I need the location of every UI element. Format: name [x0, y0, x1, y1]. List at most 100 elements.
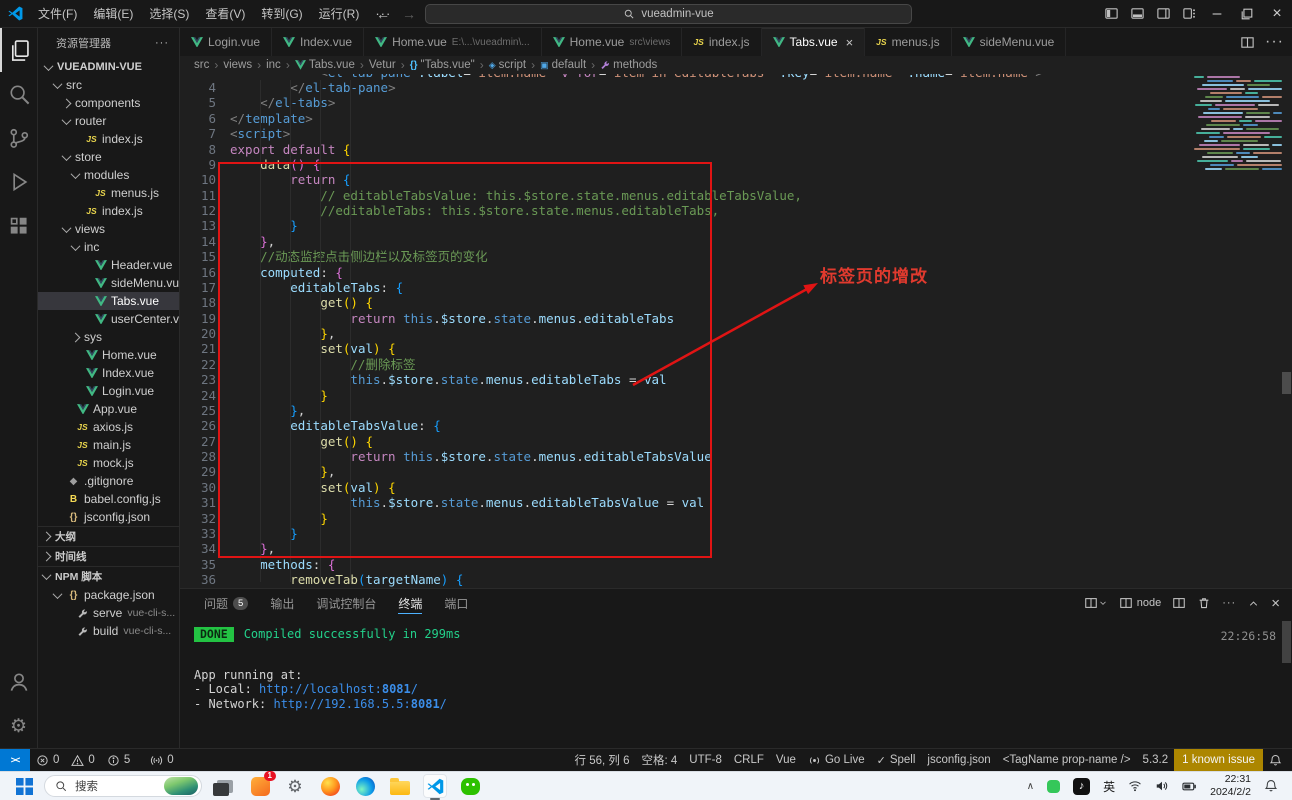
tree-item-serve[interactable]: servevue-cli-s... — [38, 604, 179, 622]
activity-source-control-icon[interactable] — [0, 116, 38, 160]
layout-sidebar-right-icon[interactable] — [1150, 0, 1176, 28]
code-line-6[interactable]: 6</template> — [180, 111, 1292, 126]
more-icon[interactable]: ··· — [1265, 33, 1284, 51]
tree-item-components[interactable]: components — [38, 94, 179, 112]
status-item-532[interactable]: 5.3.2 — [1137, 749, 1175, 771]
tree-item-Header.vue[interactable]: Header.vue — [38, 256, 179, 274]
tree-item-Index.vue[interactable]: Index.vue — [38, 364, 179, 382]
sidebar-more-button[interactable]: ··· — [155, 37, 169, 49]
panel-tab-终端[interactable]: 终端 — [388, 589, 432, 617]
tree-item-index.js[interactable]: JSindex.js — [38, 130, 179, 148]
panel-tab-调试控制台[interactable]: 调试控制台 — [306, 589, 386, 617]
start-button[interactable] — [16, 778, 33, 795]
tree-item-Home.vue[interactable]: Home.vue — [38, 346, 179, 364]
tree-item-NPM 脚本[interactable]: NPM 脚本 — [38, 566, 179, 586]
taskbar-wechat-icon[interactable] — [458, 774, 482, 798]
tree-item-router[interactable]: router — [38, 112, 179, 130]
layout-customize-icon[interactable] — [1176, 0, 1202, 28]
tree-item-时间线[interactable]: 时间线 — [38, 546, 179, 566]
menu-item[interactable]: 运行(R) — [311, 7, 368, 21]
activity-account-icon[interactable] — [0, 660, 38, 704]
panel-tab-问题[interactable]: 问题5 — [194, 589, 258, 617]
taskbar-chat-orange-icon[interactable]: 1 — [248, 774, 272, 798]
tree-item-inc[interactable]: inc — [38, 238, 179, 256]
status-item-Spell[interactable]: ✓Spell — [871, 749, 922, 771]
command-center-search[interactable]: vueadmin-vue — [425, 4, 912, 24]
minimize-button[interactable] — [1202, 0, 1232, 28]
tree-item-mock.js[interactable]: JSmock.js — [38, 454, 179, 472]
tree-item-sideMenu.vue[interactable]: sideMenu.vue — [38, 274, 179, 292]
chevron-up-icon[interactable] — [1247, 597, 1260, 610]
activity-files-icon[interactable] — [0, 28, 38, 72]
breadcrumb-item-script[interactable]: ◈script — [489, 59, 526, 71]
editor-tab-Login.vue[interactable]: Login.vue — [180, 28, 272, 56]
status-item-Vue[interactable]: Vue — [770, 749, 802, 771]
tree-item-menus.js[interactable]: JSmenus.js — [38, 184, 179, 202]
panel-scrollbar[interactable] — [1282, 621, 1291, 663]
terminal-profile-node[interactable]: node — [1119, 596, 1161, 610]
tree-item-Tabs.vue[interactable]: Tabs.vue — [38, 292, 179, 310]
editor-tab-index.js[interactable]: JSindex.js — [682, 28, 761, 56]
status-item-4[interactable]: 空格: 4 — [635, 749, 683, 771]
tree-item-modules[interactable]: modules — [38, 166, 179, 184]
remote-indicator[interactable]: >< — [0, 749, 30, 771]
taskbar-search[interactable]: 搜索 — [44, 775, 202, 797]
code-line-5[interactable]: 5 </el-tabs> — [180, 95, 1292, 110]
tree-item-.gitignore[interactable]: ◆.gitignore — [38, 472, 179, 490]
forward-icon[interactable]: → — [402, 6, 416, 22]
tray-wechat-tray-icon[interactable] — [1047, 780, 1060, 793]
breadcrumb-item-Vetur[interactable]: Vetur — [369, 59, 396, 71]
activity-run-debug-icon[interactable] — [0, 160, 38, 204]
tree-item-sys[interactable]: sys — [38, 328, 179, 346]
tray-volume-icon[interactable] — [1155, 779, 1169, 793]
status-item-566[interactable]: 行 56, 列 6 — [569, 749, 636, 771]
tree-item-src[interactable]: src — [38, 76, 179, 94]
editor-tab-Home.vue[interactable]: Home.vuesrc\views — [542, 28, 683, 56]
trash-icon[interactable] — [1197, 596, 1211, 610]
breadcrumb-item-inc[interactable]: inc — [266, 59, 281, 71]
editor-tab-Tabs.vue[interactable]: Tabs.vue× — [762, 28, 866, 56]
tree-item-store[interactable]: store — [38, 148, 179, 166]
tree-item-大纲[interactable]: 大纲 — [38, 526, 179, 546]
status-item-1knownissue[interactable]: 1 known issue — [1174, 749, 1263, 771]
editor-tab-Index.vue[interactable]: Index.vue — [272, 28, 364, 56]
status-item-jsconfigjson[interactable]: jsconfig.json — [921, 749, 996, 771]
tree-item-build[interactable]: buildvue-cli-s... — [38, 622, 179, 640]
breadcrumb-item-Tabs.vue[interactable]: Tabs.vue — [295, 59, 355, 71]
tray-ime-indicator[interactable]: 英 — [1103, 778, 1115, 795]
tree-item-main.js[interactable]: JSmain.js — [38, 436, 179, 454]
notification-bell-icon[interactable] — [1264, 779, 1278, 793]
taskbar-edge-icon[interactable] — [353, 774, 377, 798]
taskbar-clock[interactable]: 22:31 2024/2/2 — [1210, 773, 1251, 798]
panel-tab-端口[interactable]: 端口 — [434, 589, 478, 617]
code-line-7[interactable]: 7<script> — [180, 126, 1292, 141]
tree-item-userCenter.vue[interactable]: userCenter.vue — [38, 310, 179, 328]
breadcrumb-item-Tabs.vue[interactable]: {}"Tabs.vue" — [410, 59, 475, 71]
breadcrumb[interactable]: src›views›inc›Tabs.vue›Vetur›{}"Tabs.vue… — [180, 56, 1292, 74]
status-error[interactable]: 0 — [30, 749, 65, 771]
close-icon[interactable]: × — [846, 35, 854, 50]
tree-item-package.json[interactable]: {}package.json — [38, 586, 179, 604]
status-item-bellicon[interactable] — [1263, 749, 1288, 771]
status-item-TagNamepropname[interactable]: <TagName prop-name /> — [997, 749, 1137, 771]
status-item-CRLF[interactable]: CRLF — [728, 749, 770, 771]
layout-panel-icon[interactable] — [1124, 0, 1150, 28]
code-editor[interactable]: <el-tab-pane :label="item.name" v-for="i… — [180, 74, 1292, 588]
menu-item[interactable]: 文件(F) — [30, 7, 85, 21]
tree-item-index.js[interactable]: JSindex.js — [38, 202, 179, 220]
editor-scrollbar[interactable] — [1282, 372, 1291, 394]
tree-item-babel.config.js[interactable]: Bbabel.config.js — [38, 490, 179, 508]
taskbar-vscode-icon[interactable] — [423, 774, 447, 798]
code-line-36[interactable]: 36 removeTab(targetName) { — [180, 572, 1292, 587]
menu-item[interactable]: 查看(V) — [197, 7, 253, 21]
tree-item-VUEADMIN-VUE[interactable]: VUEADMIN-VUE — [38, 58, 179, 76]
split-editor-icon[interactable] — [1240, 35, 1255, 50]
tray-tiktok-icon[interactable]: ♪ — [1073, 778, 1090, 795]
maximize-button[interactable] — [1232, 0, 1262, 28]
editor-tab-sideMenu.vue[interactable]: sideMenu.vue — [952, 28, 1067, 56]
editor-tab-menus.js[interactable]: JSmenus.js — [865, 28, 951, 56]
taskbar-taskview-icon[interactable] — [213, 774, 237, 798]
split-terminal-icon[interactable] — [1172, 596, 1186, 610]
status-item-UTF8[interactable]: UTF-8 — [683, 749, 728, 771]
panel-tab-输出[interactable]: 输出 — [260, 589, 304, 617]
